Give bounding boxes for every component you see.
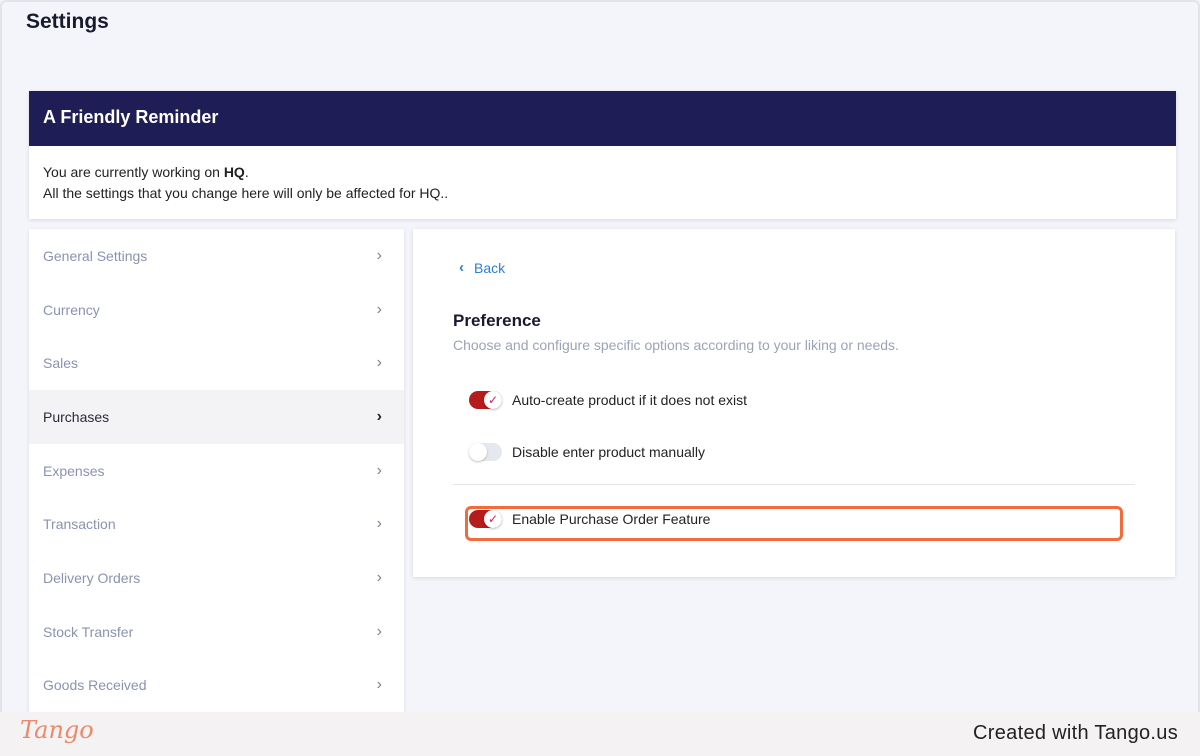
sidebar-item-label: Goods Received — [43, 677, 147, 694]
sidebar-item-goods-received[interactable]: Goods Received › — [29, 659, 404, 713]
chevron-right-icon: › — [376, 676, 382, 694]
sidebar-item-label: Transaction — [43, 516, 116, 533]
sidebar-item-general-settings[interactable]: General Settings › — [29, 229, 404, 283]
back-label: Back — [474, 259, 506, 276]
page-title: Settings — [26, 10, 109, 33]
auto-create-product-toggle[interactable]: ✓ — [469, 391, 502, 409]
section-title: Preference — [453, 311, 541, 330]
reminder-body: You are currently working on HQ. All the… — [29, 146, 1176, 220]
sidebar-item-label: Currency — [43, 301, 100, 318]
sidebar-item-delivery-orders[interactable]: Delivery Orders › — [29, 551, 404, 605]
preference-panel: ‹ Back Preference Choose and configure s… — [413, 229, 1175, 577]
option-disable-enter-product: Disable enter product manually — [469, 443, 705, 461]
footer: Tango Created with Tango.us — [0, 712, 1200, 756]
section-subtitle: Choose and configure specific options ac… — [453, 337, 899, 353]
option-label: Auto-create product if it does not exist — [512, 392, 748, 408]
sidebar-item-currency[interactable]: Currency › — [29, 283, 404, 337]
chevron-right-icon: › — [376, 461, 382, 479]
sidebar-item-sales[interactable]: Sales › — [29, 336, 404, 390]
sidebar-item-label: Sales — [43, 355, 79, 372]
focus-highlight — [465, 506, 1123, 541]
chevron-right-icon: › — [376, 354, 382, 372]
sidebar-item-label: General Settings — [43, 247, 148, 264]
option-label: Disable enter product manually — [512, 444, 705, 460]
chevron-right-icon: › — [376, 407, 382, 425]
check-icon: ✓ — [484, 391, 502, 409]
reminder-line-1-prefix: You are currently working on — [43, 164, 224, 180]
back-link[interactable]: ‹ Back — [459, 259, 505, 276]
sidebar-item-label: Expenses — [43, 462, 105, 479]
sidebar-item-purchases[interactable]: Purchases › — [29, 390, 404, 444]
settings-sidebar: General Settings › Currency › Sales › Pu… — [29, 229, 404, 714]
reminder-line-1: You are currently working on HQ. — [43, 162, 1162, 183]
sidebar-item-expenses[interactable]: Expenses › — [29, 444, 404, 498]
sidebar-item-stock-transfer[interactable]: Stock Transfer › — [29, 605, 404, 659]
reminder-line-2: All the settings that you change here wi… — [43, 185, 449, 201]
chevron-right-icon: › — [376, 515, 382, 533]
app-frame: Settings A Friendly Reminder You are cur… — [0, 0, 1200, 714]
chevron-right-icon: › — [376, 622, 382, 640]
chevron-left-icon: ‹ — [459, 259, 464, 276]
created-with-credit: Created with Tango.us — [973, 722, 1178, 744]
reminder-branch-name: HQ — [223, 164, 245, 180]
sidebar-item-label: Purchases — [43, 408, 110, 425]
disable-enter-product-toggle[interactable] — [469, 443, 502, 461]
tango-logo: Tango — [20, 716, 94, 744]
toggle-knob — [469, 443, 487, 461]
reminder-card: A Friendly Reminder You are currently wo… — [29, 91, 1176, 219]
sidebar-item-transaction[interactable]: Transaction › — [29, 497, 404, 551]
option-auto-create-product: ✓ Auto-create product if it does not exi… — [469, 391, 747, 409]
sidebar-item-label: Stock Transfer — [43, 623, 134, 640]
divider — [453, 484, 1135, 485]
chevron-right-icon: › — [376, 300, 382, 318]
chevron-right-icon: › — [376, 246, 382, 264]
sidebar-item-label: Delivery Orders — [43, 569, 141, 586]
reminder-heading: A Friendly Reminder — [29, 91, 1176, 146]
chevron-right-icon: › — [376, 568, 382, 586]
reminder-line-1-suffix: . — [244, 164, 249, 180]
